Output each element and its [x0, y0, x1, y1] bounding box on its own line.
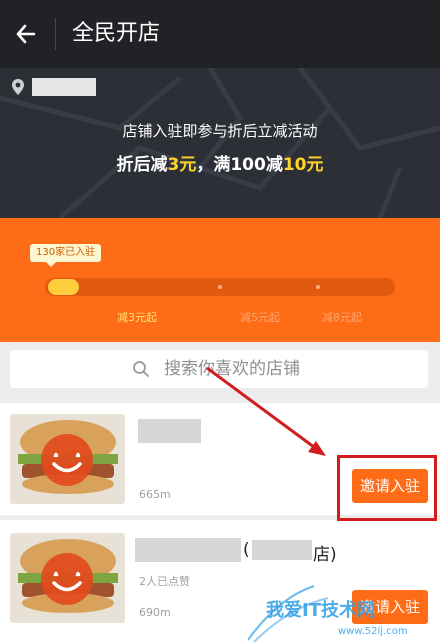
burger-photo: [10, 533, 125, 623]
shop-name-paren: (: [243, 540, 250, 560]
search-input[interactable]: 搜索你喜欢的店铺: [10, 350, 428, 388]
promo-text: 店铺入驻即参与折后立减活动: [122, 122, 318, 140]
promo-amount-2: 10元: [282, 155, 324, 175]
search-icon: [133, 361, 149, 377]
watermark-logo: 我爱IT技术网 www.52ij.com: [248, 585, 408, 643]
annotation-highlight-box: [337, 455, 437, 521]
like-count: 2人已点赞: [139, 575, 190, 588]
watermark-text: 我爱IT技术网: [266, 599, 375, 621]
shop-name-suffix: 店): [313, 545, 337, 565]
page-title: 全民开店: [72, 21, 161, 46]
location-redacted[interactable]: [32, 78, 96, 96]
shop-name-redacted[interactable]: [138, 419, 201, 443]
progress-fill: [48, 279, 79, 295]
distance: 665m: [139, 488, 171, 501]
search-placeholder: 搜索你喜欢的店铺: [164, 359, 300, 379]
progress-marker: [316, 285, 320, 289]
distance: 690m: [139, 606, 171, 619]
app-bar: 全民开店: [0, 0, 440, 68]
promo-discount-part: 折后减: [116, 155, 168, 175]
promo-discount: 折后减3元，满100减10元: [0, 150, 440, 175]
promo-discount-part: ，满100减: [196, 155, 283, 175]
shop-branch-redacted: [252, 540, 312, 560]
progress-panel: 130家已入驻 减3元起 减5元起 减8元起: [0, 218, 440, 342]
location-pin-icon: [12, 79, 24, 95]
step-label-3: 减8元起: [322, 311, 362, 324]
step-label-1: 减3元起: [117, 311, 157, 324]
progress-marker: [218, 285, 222, 289]
joined-count-badge: 130家已入驻: [30, 244, 102, 267]
back-arrow-icon[interactable]: [12, 18, 42, 50]
step-label-2: 减5元起: [240, 311, 280, 324]
burger-photo: [10, 414, 125, 504]
promo-banner: 店铺入驻即参与折后立减活动 折后减3元，满100减10元: [0, 68, 440, 218]
watermark-url: www.52ij.com: [338, 626, 408, 637]
divider: [55, 18, 56, 50]
shop-name-redacted[interactable]: [135, 538, 241, 562]
shop-thumbnail[interactable]: [10, 533, 125, 623]
shop-thumbnail[interactable]: [10, 414, 125, 504]
promo-amount-1: 3元: [167, 155, 197, 175]
